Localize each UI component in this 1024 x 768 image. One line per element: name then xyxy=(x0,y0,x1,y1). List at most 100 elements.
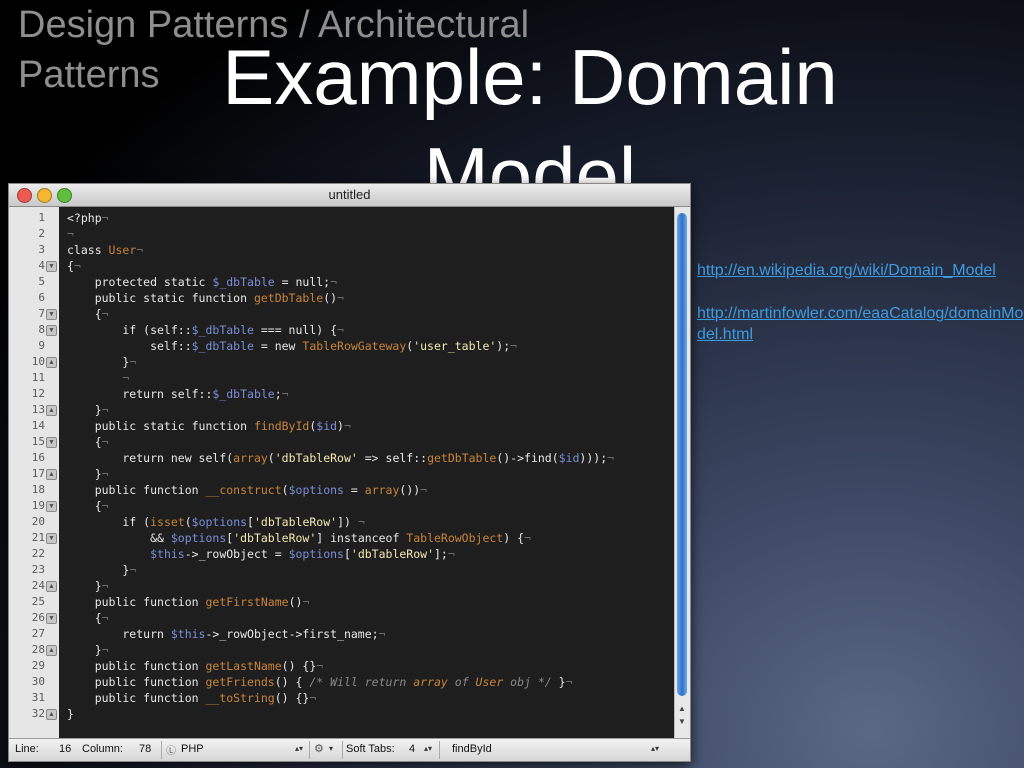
status-divider xyxy=(439,741,440,759)
line-number: 10 xyxy=(31,355,45,368)
line-number: 8 xyxy=(38,323,45,336)
code-line[interactable]: {¬ xyxy=(67,306,109,322)
line-number: 16 xyxy=(31,451,45,464)
code-line[interactable]: {¬ xyxy=(67,498,109,514)
editor-window: untitled 1 2 3 4 ▼ 5 6 7 ▼ 8 ▼ 9 10 ▲ 11 12 13 ▲ 14 15 ▼ 16 17… xyxy=(8,183,691,762)
gear-icon[interactable]: ⚙ xyxy=(314,742,324,755)
line-number: 4 xyxy=(38,259,45,272)
code-line[interactable]: return new self(array('dbTableRow' => se… xyxy=(67,450,614,466)
code-line[interactable]: && $options['dbTableRow'] instanceof Tab… xyxy=(67,530,531,546)
reference-links: http://en.wikipedia.org/wiki/Domain_Mode… xyxy=(697,260,1024,345)
line-number: 27 xyxy=(31,627,45,640)
line-number: 31 xyxy=(31,691,45,704)
status-divider xyxy=(309,741,310,759)
scroll-down-arrow-icon[interactable]: ▼ xyxy=(678,717,686,726)
column-value: 78 xyxy=(139,743,152,755)
fold-toggle-icon[interactable]: ▼ xyxy=(46,437,57,448)
soft-tabs-label[interactable]: Soft Tabs: xyxy=(346,743,395,755)
code-line[interactable]: ¬ xyxy=(67,226,74,242)
vertical-scrollbar[interactable]: ▲ ▼ xyxy=(674,207,690,739)
soft-tabs-value[interactable]: 4 xyxy=(409,743,415,755)
fold-toggle-icon[interactable]: ▼ xyxy=(46,309,57,320)
code-line[interactable]: }¬ xyxy=(67,354,136,370)
soft-tabs-chevron-icon: ▴▾ xyxy=(424,744,433,753)
scrollbar-thumb[interactable] xyxy=(677,213,687,696)
line-number: 22 xyxy=(31,547,45,560)
line-number: 12 xyxy=(31,387,45,400)
line-number: 26 xyxy=(31,611,45,624)
symbol-chevron-icon: ▴▾ xyxy=(651,744,660,753)
fold-toggle-icon[interactable]: ▼ xyxy=(46,533,57,544)
code-line[interactable]: public static function findById($id)¬ xyxy=(67,418,351,434)
fold-toggle-icon[interactable]: ▼ xyxy=(46,325,57,336)
line-number: 17 xyxy=(31,467,45,480)
code-line[interactable]: <?php¬ xyxy=(67,210,109,226)
code-line[interactable]: $this->_rowObject = $options['dbTableRow… xyxy=(67,546,455,562)
line-number: 30 xyxy=(31,675,45,688)
fold-toggle-icon[interactable]: ▼ xyxy=(46,501,57,512)
fold-toggle-icon[interactable]: ▲ xyxy=(46,581,57,592)
code-line[interactable]: }¬ xyxy=(67,562,136,578)
code-line[interactable]: } xyxy=(67,706,74,722)
code-area[interactable]: <?php¬ ¬ class User¬ {¬ protected static $_… xyxy=(59,207,675,739)
code-line[interactable]: return $this->_rowObject->first_name;¬ xyxy=(67,626,385,642)
code-line[interactable]: return self::$_dbTable;¬ xyxy=(67,386,288,402)
line-number: 32 xyxy=(31,707,45,720)
line-number: 1 xyxy=(38,211,45,224)
code-line[interactable]: if (isset($options['dbTableRow']) ¬ xyxy=(67,514,364,530)
line-number: 3 xyxy=(38,243,45,256)
code-line[interactable]: }¬ xyxy=(67,402,109,418)
scroll-up-arrow-icon[interactable]: ▲ xyxy=(678,704,686,713)
window-title: untitled xyxy=(328,187,371,202)
code-line[interactable]: }¬ xyxy=(67,642,109,658)
line-number: 6 xyxy=(38,291,45,304)
martinfowler-link[interactable]: http://martinfowler.com/eaaCatalog/domai… xyxy=(697,303,1024,345)
code-line[interactable]: public function getFirstName()¬ xyxy=(67,594,310,610)
code-line[interactable]: public function __toString() {}¬ xyxy=(67,690,317,706)
code-line[interactable]: ¬ xyxy=(67,370,129,386)
line-number: 14 xyxy=(31,419,45,432)
line-label: Line: xyxy=(15,743,39,755)
line-number: 13 xyxy=(31,403,45,416)
fold-toggle-icon[interactable]: ▲ xyxy=(46,469,57,480)
line-number: 21 xyxy=(31,531,45,544)
column-label: Column: xyxy=(82,743,123,755)
code-editor[interactable]: 1 2 3 4 ▼ 5 6 7 ▼ 8 ▼ 9 10 ▲ 11 12 13 ▲ 14 15 ▼ 16 17 ▲ 18 19 ▼ 20 2… xyxy=(9,207,690,739)
fold-toggle-icon[interactable]: ▼ xyxy=(46,613,57,624)
symbol-selector[interactable]: findById xyxy=(452,743,492,755)
line-number: 19 xyxy=(31,499,45,512)
status-divider xyxy=(342,741,343,759)
wikipedia-link[interactable]: http://en.wikipedia.org/wiki/Domain_Mode… xyxy=(697,260,1024,281)
fold-toggle-icon[interactable]: ▲ xyxy=(46,357,57,368)
code-line[interactable]: }¬ xyxy=(67,578,109,594)
window-titlebar[interactable]: untitled xyxy=(9,184,690,207)
fold-toggle-icon[interactable]: ▼ xyxy=(46,261,57,272)
code-line[interactable]: }¬ xyxy=(67,466,109,482)
code-line[interactable]: self::$_dbTable = new TableRowGateway('u… xyxy=(67,338,517,354)
code-line[interactable]: public function getFriends() { /* Will r… xyxy=(67,674,573,690)
code-line[interactable]: if (self::$_dbTable === null) {¬ xyxy=(67,322,344,338)
line-number: 15 xyxy=(31,435,45,448)
line-number: 24 xyxy=(31,579,45,592)
fold-toggle-icon[interactable]: ▲ xyxy=(46,405,57,416)
code-line[interactable]: {¬ xyxy=(67,610,109,626)
code-line[interactable]: {¬ xyxy=(67,258,81,274)
line-number: 25 xyxy=(31,595,45,608)
code-line[interactable]: public function getLastName() {}¬ xyxy=(67,658,324,674)
language-icon: Ⓛ xyxy=(166,746,176,757)
line-number: 2 xyxy=(38,227,45,240)
fold-toggle-icon[interactable]: ▲ xyxy=(46,709,57,720)
gear-chevron-icon: ▾ xyxy=(329,744,334,753)
code-line[interactable]: protected static $_dbTable = null;¬ xyxy=(67,274,337,290)
line-number: 18 xyxy=(31,483,45,496)
fold-toggle-icon[interactable]: ▲ xyxy=(46,645,57,656)
line-number-gutter: 1 2 3 4 ▼ 5 6 7 ▼ 8 ▼ 9 10 ▲ 11 12 13 ▲ 14 15 ▼ 16 17 ▲ 18 19 ▼ 20 2… xyxy=(9,207,60,739)
language-chevron-icon: ▴▾ xyxy=(295,744,304,753)
line-number: 7 xyxy=(38,307,45,320)
code-line[interactable]: public function __construct($options = a… xyxy=(67,482,427,498)
code-line[interactable]: public static function getDbTable()¬ xyxy=(67,290,344,306)
code-line[interactable]: class User¬ xyxy=(67,242,143,258)
line-number: 23 xyxy=(31,563,45,576)
language-selector[interactable]: PHP xyxy=(181,743,204,755)
code-line[interactable]: {¬ xyxy=(67,434,109,450)
